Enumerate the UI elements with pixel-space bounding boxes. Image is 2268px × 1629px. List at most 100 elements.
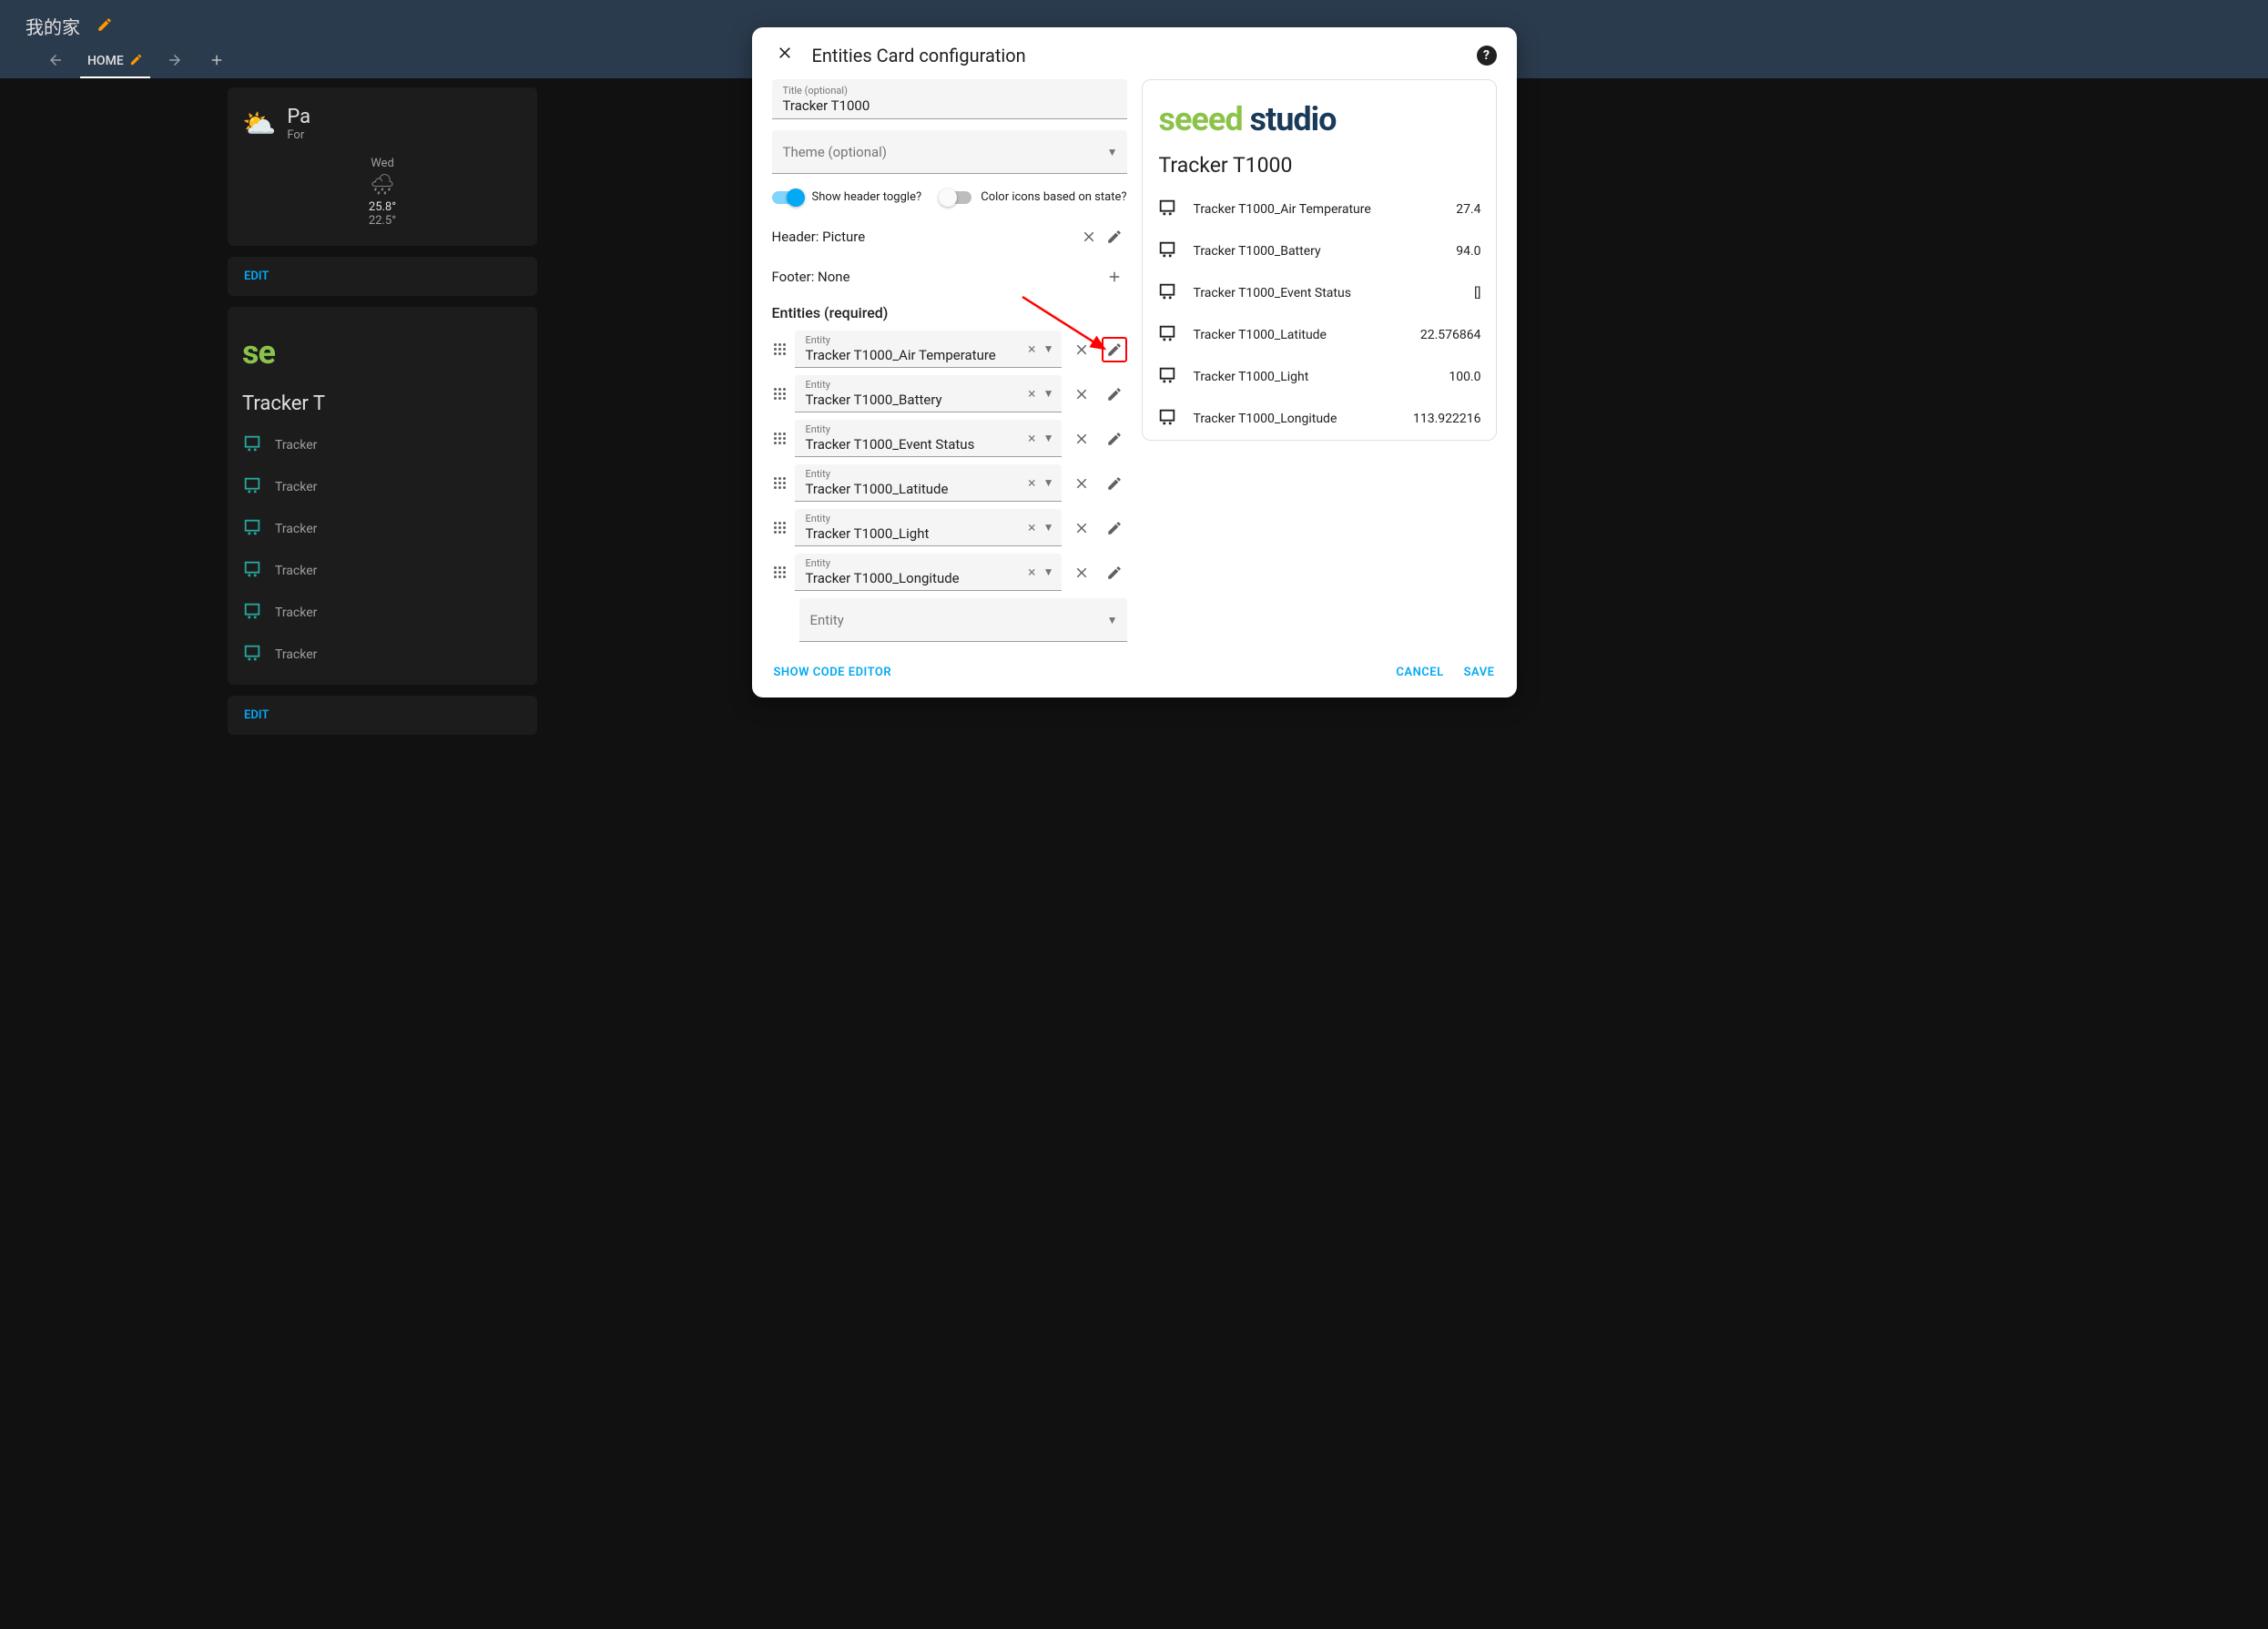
entity-row: EntityTracker T1000_Longitude×▼	[772, 554, 1127, 591]
drag-handle-icon[interactable]	[772, 522, 788, 534]
entity-edit-icon[interactable]	[1102, 515, 1127, 541]
entity-icon	[1157, 281, 1177, 305]
entity-remove-icon[interactable]	[1069, 471, 1094, 496]
chevron-down-icon: ▼	[1043, 476, 1054, 489]
theme-select[interactable]: Theme (optional) ▼	[772, 130, 1127, 174]
entity-row: EntityTracker T1000_Event Status× ▼	[772, 420, 1127, 457]
entity-select[interactable]: EntityTracker T1000_Light× ▼	[795, 509, 1062, 546]
entity-edit-icon[interactable]	[1102, 337, 1127, 362]
preview-entity-row[interactable]: Tracker T1000_Longitude113.922216	[1143, 398, 1496, 440]
entity-edit-icon[interactable]	[1102, 471, 1127, 496]
preview-entity-name: Tracker T1000_Battery	[1194, 244, 1440, 259]
entity-remove-icon[interactable]	[1069, 560, 1094, 585]
header-clear-icon[interactable]	[1076, 224, 1102, 249]
preview-card: seeed studio Tracker T1000 Tracker T1000…	[1142, 79, 1497, 441]
entity-field-label: Entity	[806, 379, 1029, 391]
preview-entity-name: Tracker T1000_Light	[1194, 370, 1433, 384]
title-input-value: Tracker T1000	[783, 97, 1116, 115]
preview-entity-row[interactable]: Tracker T1000_Light 100.0	[1143, 356, 1496, 398]
preview-entity-row[interactable]: Tracker T1000_Battery94.0	[1143, 230, 1496, 272]
chevron-down-icon: ▼	[1107, 614, 1118, 626]
chevron-down-icon: ▼	[1043, 521, 1054, 534]
preview-entity-value: 100.0	[1449, 370, 1480, 384]
preview-entity-row[interactable]: Tracker T1000_Air Temperature 27.4	[1143, 188, 1496, 230]
show-header-toggle[interactable]	[772, 191, 803, 204]
entity-field-value: Tracker T1000_Latitude	[806, 480, 1029, 498]
chevron-down-icon: ▼	[1043, 342, 1054, 355]
preview-entity-value: 27.4	[1456, 202, 1480, 217]
entity-clear-inner-icon[interactable]: ×	[1028, 474, 1036, 492]
drag-handle-icon[interactable]	[772, 477, 788, 489]
entity-clear-inner-icon[interactable]: ×	[1028, 341, 1036, 358]
entity-remove-icon[interactable]	[1069, 337, 1094, 362]
drag-handle-icon[interactable]	[772, 388, 788, 400]
theme-select-label: Theme (optional)	[783, 144, 888, 160]
chevron-down-icon: ▼	[1043, 432, 1054, 444]
entity-select[interactable]: EntityTracker T1000_Event Status× ▼	[795, 420, 1062, 457]
entity-row: EntityTracker T1000_Latitude× ▼	[772, 464, 1127, 502]
add-entity-placeholder: Entity	[810, 611, 844, 629]
drag-handle-icon[interactable]	[772, 343, 788, 355]
entity-remove-icon[interactable]	[1069, 382, 1094, 407]
entity-select[interactable]: EntityTracker T1000_Air Temperature× ▼	[795, 331, 1062, 368]
drag-handle-icon[interactable]	[772, 433, 788, 444]
entity-icon	[1157, 198, 1177, 221]
preview-entity-name: Tracker T1000_Event Status	[1194, 286, 1459, 300]
chevron-down-icon: ▼	[1107, 146, 1118, 158]
entity-clear-inner-icon[interactable]: ×	[1028, 519, 1036, 536]
preview-entity-name: Tracker T1000_Longitude	[1194, 412, 1397, 426]
entity-field-value: Tracker T1000_Longitude	[806, 569, 1029, 587]
chevron-down-icon: ▼	[1043, 387, 1054, 400]
entity-select[interactable]: EntityTracker T1000_Latitude× ▼	[795, 464, 1062, 502]
header-label: Header: Picture	[772, 229, 866, 245]
entity-edit-icon[interactable]	[1102, 382, 1127, 407]
preview-entity-row[interactable]: Tracker T1000_Event Status []	[1143, 272, 1496, 314]
entity-remove-icon[interactable]	[1069, 426, 1094, 452]
title-input[interactable]: Title (optional) Tracker T1000	[772, 79, 1127, 119]
modal-overlay: Entities Card configuration ? Title (opt…	[0, 0, 2268, 1629]
chevron-down-icon: ▼	[1043, 565, 1054, 578]
entity-edit-icon[interactable]	[1102, 560, 1127, 585]
modal-title: Entities Card configuration	[812, 45, 1026, 66]
entity-row: EntityTracker T1000_Light× ▼	[772, 509, 1127, 546]
color-icons-toggle-label: Color icons based on state?	[981, 190, 1126, 204]
entity-field-value: Tracker T1000_Light	[806, 524, 1029, 543]
drag-handle-icon[interactable]	[772, 566, 788, 578]
preview-entity-row[interactable]: Tracker T1000_Latitude22.576864	[1143, 314, 1496, 356]
save-button[interactable]: SAVE	[1464, 666, 1495, 679]
footer-label: Footer: None	[772, 269, 850, 285]
show-code-editor-button[interactable]: SHOW CODE EDITOR	[774, 666, 892, 679]
entity-field-value: Tracker T1000_Event Status	[806, 435, 1029, 453]
entity-field-value: Tracker T1000_Air Temperature	[806, 346, 1029, 364]
entity-field-value: Tracker T1000_Battery	[806, 391, 1029, 409]
entity-clear-inner-icon[interactable]: ×	[1028, 385, 1036, 402]
header-edit-icon[interactable]	[1102, 224, 1127, 249]
seeed-logo: seeed studio	[1159, 100, 1337, 138]
preview-entity-name: Tracker T1000_Latitude	[1194, 328, 1404, 342]
preview-entity-value: []	[1474, 286, 1480, 300]
help-icon[interactable]: ?	[1477, 46, 1497, 66]
entity-field-label: Entity	[806, 334, 1029, 346]
entity-field-label: Entity	[806, 513, 1029, 524]
entity-clear-inner-icon[interactable]: ×	[1028, 430, 1036, 447]
entity-edit-icon[interactable]	[1102, 426, 1127, 452]
preview-title: Tracker T1000	[1143, 148, 1496, 188]
entity-field-label: Entity	[806, 468, 1029, 480]
entity-field-label: Entity	[806, 423, 1029, 435]
entity-clear-inner-icon[interactable]: ×	[1028, 564, 1036, 581]
entity-remove-icon[interactable]	[1069, 515, 1094, 541]
entity-select[interactable]: EntityTracker T1000_Battery× ▼	[795, 375, 1062, 412]
entity-select[interactable]: EntityTracker T1000_Longitude×▼	[795, 554, 1062, 591]
entity-icon	[1157, 407, 1177, 431]
entity-icon	[1157, 323, 1177, 347]
entities-card-config-modal: Entities Card configuration ? Title (opt…	[752, 27, 1517, 697]
close-modal-icon[interactable]	[772, 44, 798, 66]
entities-section-title: Entities (required)	[772, 297, 1127, 331]
preview-entity-name: Tracker T1000_Air Temperature	[1194, 202, 1440, 217]
entity-icon	[1157, 365, 1177, 389]
show-header-toggle-label: Show header toggle?	[812, 190, 922, 204]
cancel-button[interactable]: CANCEL	[1396, 666, 1443, 679]
add-entity-select[interactable]: Entity ▼	[799, 598, 1127, 642]
color-icons-toggle[interactable]	[941, 191, 971, 204]
footer-add-icon[interactable]	[1102, 264, 1127, 290]
